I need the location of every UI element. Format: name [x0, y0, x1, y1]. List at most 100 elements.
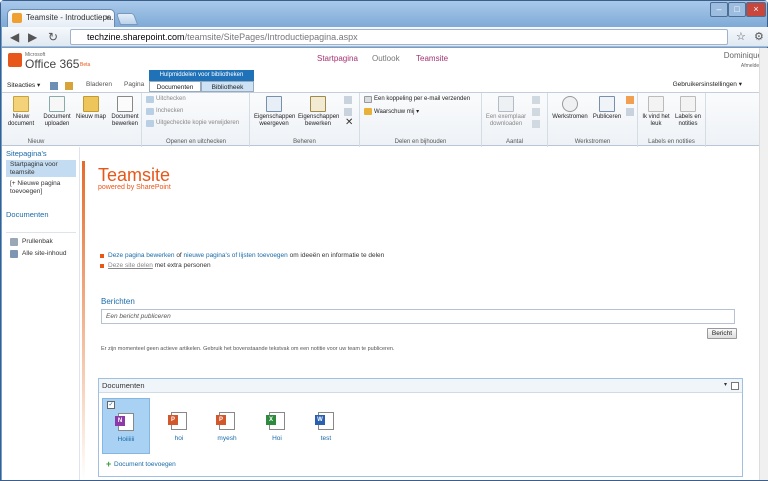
- nav-startpagina-teamsite[interactable]: Startpagina voor teamsite: [6, 160, 76, 177]
- view-properties-icon: [266, 96, 282, 112]
- doc-name: Hoiiiiii: [117, 436, 135, 443]
- tab-pagina[interactable]: Pagina: [124, 81, 144, 88]
- i-like-it-button[interactable]: Ik vind het leuk: [640, 96, 672, 128]
- bullet1-rest: om ideeën en informatie te delen: [289, 252, 385, 259]
- user-settings-menu[interactable]: Gebruikersinstellingen ▾: [673, 80, 742, 88]
- browser-tab[interactable]: Teamsite - Introductiepa... ×: [7, 9, 115, 27]
- nav-all-site-content[interactable]: Alle site-inhoud: [10, 250, 67, 258]
- documents-title[interactable]: Documenten: [102, 381, 145, 390]
- new-tab-button[interactable]: [115, 13, 139, 25]
- doc-tile[interactable]: P hoi: [155, 398, 203, 454]
- tags-notes-button[interactable]: Labels en notities: [672, 96, 704, 128]
- view-properties-button[interactable]: Eigenschappen weergeven: [254, 96, 295, 128]
- page-title: Teamsite: [98, 165, 171, 185]
- folder-icon: [83, 96, 99, 112]
- new-document-button[interactable]: Nieuw document: [4, 96, 38, 128]
- tab-siteacties[interactable]: Siteacties ▾: [7, 81, 40, 89]
- user-name: Dominique: [723, 51, 762, 60]
- share-site-link[interactable]: Deze site delen: [108, 262, 153, 269]
- ribbon: Nieuw document Document uploaden Nieuw m…: [2, 92, 768, 147]
- alert-icon: [364, 108, 372, 115]
- nav-documenten[interactable]: Documenten: [6, 210, 49, 219]
- tile-checkbox[interactable]: ✓: [107, 401, 115, 409]
- logo-beta: Beta: [80, 62, 91, 68]
- edit-page-link[interactable]: Deze pagina bewerken: [108, 252, 175, 259]
- approve-icon[interactable]: [626, 96, 634, 104]
- permissions-icon[interactable]: [344, 108, 352, 116]
- edit-document-button[interactable]: Document bewerken: [108, 96, 142, 128]
- tags-notes-label: Labels en notities: [674, 114, 702, 127]
- tab-bladeren[interactable]: Bladeren: [86, 81, 112, 88]
- doc-tile[interactable]: ✓ N Hoiiiiii: [102, 398, 150, 454]
- go-to-source-icon[interactable]: [532, 120, 540, 128]
- nav-outlook[interactable]: Outlook: [372, 54, 400, 63]
- reload-icon[interactable]: ↻: [48, 30, 58, 44]
- documents-header: Documenten ▾: [99, 379, 742, 393]
- unpublish-icon[interactable]: [626, 108, 634, 116]
- post-message-button[interactable]: Bericht: [707, 328, 737, 339]
- back-icon[interactable]: ◀: [10, 30, 19, 44]
- group-label-aantal: Aantal: [505, 139, 523, 145]
- checkin-label: Inchecken: [156, 108, 184, 114]
- edit-page-icon[interactable]: [65, 82, 73, 90]
- download-copy-label: Een exemplaar downloaden: [485, 114, 527, 127]
- nav-startpagina[interactable]: Startpagina: [317, 54, 358, 63]
- close-window-button[interactable]: ×: [746, 2, 766, 17]
- all-content-label: Alle site-inhoud: [22, 250, 67, 257]
- recycle-bin-icon: [10, 238, 18, 246]
- close-tab-icon[interactable]: ×: [105, 10, 110, 26]
- url-domain: techzine.sharepoint.com: [87, 32, 185, 42]
- doc-name: hoi: [174, 435, 184, 442]
- doc-tile[interactable]: W test: [302, 398, 350, 454]
- email-link-button[interactable]: Een koppeling per e-mail verzenden: [364, 96, 470, 103]
- bullet1-of: of: [176, 252, 182, 259]
- manage-copies-icon[interactable]: [532, 108, 540, 116]
- new-folder-button[interactable]: Nieuw map: [76, 96, 106, 121]
- minimize-button[interactable]: –: [710, 2, 728, 17]
- alert-me-button[interactable]: Waarschuw mij ▾: [364, 108, 419, 115]
- add-document-link[interactable]: Document toevoegen: [106, 459, 176, 469]
- add-pages-link[interactable]: nieuwe pagina's of lijsten toevoegen: [184, 252, 288, 259]
- webpart-menu-icon[interactable]: ▾: [724, 379, 727, 392]
- doc-name: Hoi: [272, 435, 282, 442]
- delete-icon[interactable]: ✕: [345, 117, 353, 128]
- webpart-checkbox[interactable]: [731, 382, 739, 390]
- berichten-heading: Berichten: [101, 297, 135, 306]
- nav-recycle-bin[interactable]: Prullenbak: [10, 238, 53, 246]
- wrench-icon[interactable]: ⚙: [754, 30, 764, 44]
- page-scrollbar[interactable]: [759, 48, 768, 480]
- discard-checkout-button[interactable]: Uitgecheckte kopie verwijderen: [146, 120, 240, 127]
- maximize-button[interactable]: □: [728, 2, 746, 17]
- sitepaginas-heading[interactable]: Sitepagina's: [6, 149, 47, 158]
- workflows-label: Werkstromen: [552, 114, 588, 120]
- group-label-nieuw: Nieuw: [27, 139, 45, 145]
- forward-icon[interactable]: ▶: [28, 30, 37, 44]
- bookmark-star-icon[interactable]: ☆: [736, 30, 746, 44]
- discard-checkout-label: Uitgecheckte kopie verwijderen: [156, 120, 240, 126]
- doc-tile[interactable]: P myesh: [203, 398, 251, 454]
- signout-link[interactable]: Afmelden: [724, 63, 762, 69]
- workflows-button[interactable]: Werkstromen: [550, 96, 590, 121]
- url-field[interactable]: techzine.sharepoint.com/teamsite/SitePag…: [70, 29, 728, 45]
- checkin-button[interactable]: Inchecken: [146, 108, 184, 115]
- group-label-labels: Labels en notities: [648, 139, 695, 145]
- doc-name: test: [320, 435, 332, 442]
- doc-tile[interactable]: X Hoi: [253, 398, 301, 454]
- version-history-icon[interactable]: [344, 96, 352, 104]
- user-menu[interactable]: Dominique Afmelden: [724, 51, 762, 69]
- checkin-icon: [146, 108, 154, 115]
- tab-documenten[interactable]: Documenten: [149, 81, 201, 92]
- checkout-button[interactable]: Uitchecken: [146, 96, 186, 103]
- group-delen: Een koppeling per e-mail verzenden Waars…: [360, 93, 482, 147]
- nav-teamsite[interactable]: Teamsite: [416, 54, 448, 63]
- upload-document-button[interactable]: Document uploaden: [40, 96, 74, 128]
- download-copy-button[interactable]: Een exemplaar downloaden: [484, 96, 528, 128]
- add-new-page-link[interactable]: [+ Nieuwe pagina toevoegen]: [10, 180, 76, 196]
- publish-icon: [599, 96, 615, 112]
- tab-bibliotheek[interactable]: Bibliotheek: [201, 81, 254, 92]
- edit-properties-button[interactable]: Eigenschappen bewerken: [298, 96, 339, 128]
- publish-button[interactable]: Publiceren: [590, 96, 624, 121]
- browse-icon[interactable]: [50, 82, 58, 90]
- send-to-icon[interactable]: [532, 96, 540, 104]
- post-message-input[interactable]: Een bericht publiceren: [101, 309, 735, 324]
